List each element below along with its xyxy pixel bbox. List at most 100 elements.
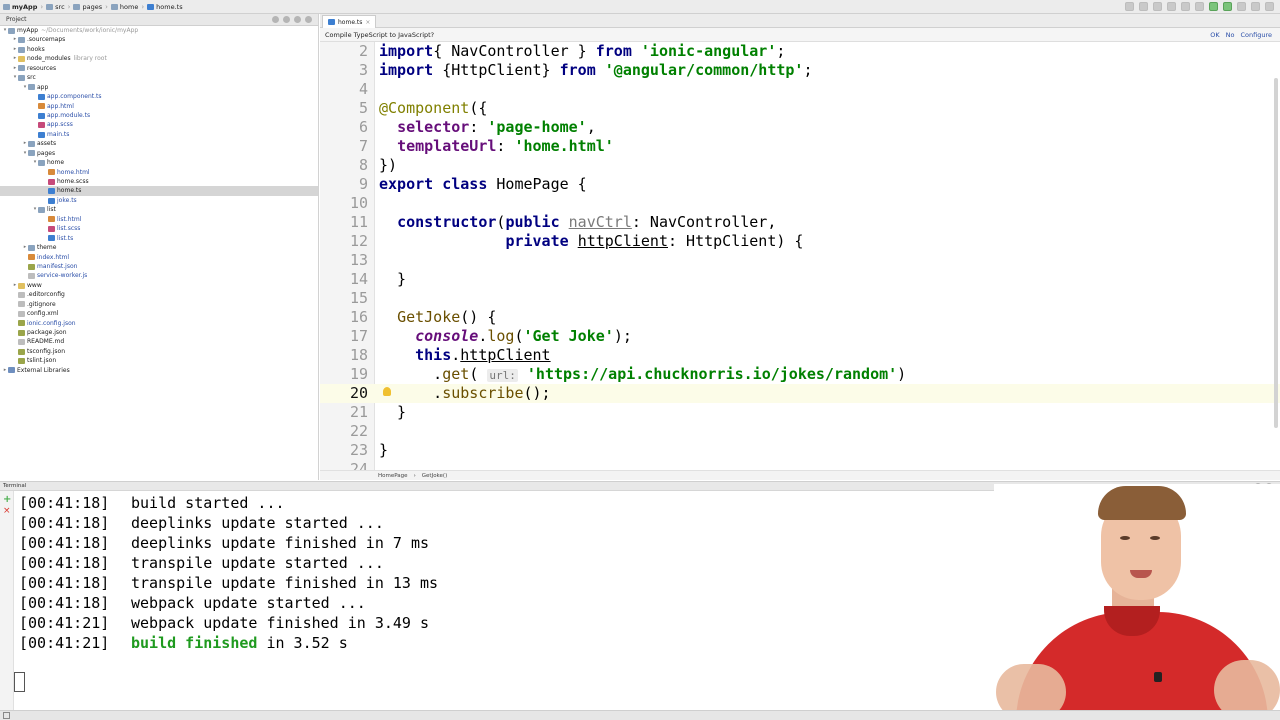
code-line[interactable]: 7 templateUrl: 'home.html' bbox=[320, 137, 1280, 156]
code-line[interactable]: 24 bbox=[320, 460, 1280, 470]
tree-item[interactable]: list.scss bbox=[0, 224, 318, 233]
code-line[interactable]: 19 .get( url: 'https://api.chucknorris.i… bbox=[320, 365, 1280, 384]
code-line[interactable]: 13 bbox=[320, 251, 1280, 270]
tree-item[interactable]: ▸ .sourcemaps bbox=[0, 35, 318, 44]
code-line[interactable]: 6 selector: 'page-home', bbox=[320, 118, 1280, 137]
code-line[interactable]: 4 bbox=[320, 80, 1280, 99]
search-everywhere-icon[interactable] bbox=[1265, 2, 1274, 11]
tree-item[interactable]: home.scss bbox=[0, 177, 318, 186]
profile-icon[interactable] bbox=[1181, 2, 1190, 11]
debug-icon[interactable] bbox=[1153, 2, 1162, 11]
code-line[interactable]: 21 } bbox=[320, 403, 1280, 422]
configure-link[interactable]: Configure bbox=[1240, 31, 1272, 39]
code-line[interactable]: 17 console.log('Get Joke'); bbox=[320, 327, 1280, 346]
tree-item[interactable]: ▸ hooks bbox=[0, 45, 318, 54]
tree-item[interactable]: ionic.config.json bbox=[0, 319, 318, 328]
code-line[interactable]: 3 import {HttpClient} from '@angular/comm… bbox=[320, 61, 1280, 80]
code-token: HomePage { bbox=[487, 175, 587, 193]
tree-item[interactable]: .gitignore bbox=[0, 300, 318, 309]
history-icon[interactable] bbox=[1237, 2, 1246, 11]
tree-item[interactable]: list.ts bbox=[0, 234, 318, 243]
run-config-dropdown[interactable] bbox=[1125, 2, 1134, 11]
editor-scrollbar[interactable] bbox=[1274, 78, 1278, 428]
tab-home-ts[interactable]: home.ts × bbox=[322, 15, 377, 28]
coverage-icon[interactable] bbox=[1167, 2, 1176, 11]
tree-item[interactable]: list.html bbox=[0, 215, 318, 224]
tree-item[interactable]: ▸ theme bbox=[0, 243, 318, 252]
code-line[interactable]: 14 } bbox=[320, 270, 1280, 289]
vcs-update-icon[interactable] bbox=[1209, 2, 1218, 11]
tree-item[interactable]: joke.ts bbox=[0, 196, 318, 205]
close-icon[interactable]: × bbox=[365, 19, 370, 26]
code-line[interactable]: 16 GetJoke() { bbox=[320, 308, 1280, 327]
tree-item[interactable]: service-worker.js bbox=[0, 271, 318, 280]
code-line[interactable]: 5 @Component({ bbox=[320, 99, 1280, 118]
crumb-src[interactable]: src bbox=[43, 0, 68, 14]
tree-item[interactable]: config.xml bbox=[0, 309, 318, 318]
terminal-title[interactable]: Terminal bbox=[3, 483, 26, 489]
log-message: deeplinks update started ... bbox=[131, 514, 384, 532]
code-line[interactable]: 10 bbox=[320, 194, 1280, 213]
hide-icon[interactable] bbox=[305, 16, 312, 23]
tree-item[interactable]: app.scss bbox=[0, 120, 318, 129]
stop-icon[interactable] bbox=[1195, 2, 1204, 11]
tree-item[interactable]: index.html bbox=[0, 253, 318, 262]
tree-item[interactable]: app.component.ts bbox=[0, 92, 318, 101]
tree-item[interactable]: ▾ myApp ~/Documents/work/ionic/myApp bbox=[0, 26, 318, 35]
tree-item[interactable]: ▸ assets bbox=[0, 139, 318, 148]
tree-item[interactable]: package.json bbox=[0, 328, 318, 337]
terminal-output[interactable]: [00:41:18] build started ... [00:41:18] dee… bbox=[14, 491, 994, 710]
log-message: build started ... bbox=[131, 494, 285, 512]
collapse-icon[interactable] bbox=[283, 16, 290, 23]
tree-item[interactable]: ▾ src bbox=[0, 73, 318, 82]
tree-item[interactable]: README.md bbox=[0, 337, 318, 346]
gear-icon[interactable] bbox=[294, 16, 301, 23]
code-line[interactable]: 18 this.httpClient bbox=[320, 346, 1280, 365]
tree-item[interactable]: ▾ home bbox=[0, 158, 318, 167]
breadcrumb-method[interactable]: GetJoke() bbox=[422, 473, 447, 479]
tree-item[interactable]: home.html bbox=[0, 168, 318, 177]
tree-item[interactable]: app.html bbox=[0, 102, 318, 111]
tree-item[interactable]: tslint.json bbox=[0, 356, 318, 365]
tree-item[interactable]: .editorconfig bbox=[0, 290, 318, 299]
new-session-icon[interactable]: + bbox=[3, 495, 11, 505]
crumb-file[interactable]: home.ts bbox=[144, 0, 185, 14]
code-text: GetJoke() { bbox=[379, 308, 496, 327]
project-panel-title[interactable]: Project bbox=[6, 16, 27, 23]
tree-item[interactable]: home.ts bbox=[0, 186, 318, 196]
code-line[interactable]: 9 export class HomePage { bbox=[320, 175, 1280, 194]
close-session-icon[interactable]: × bbox=[3, 506, 11, 516]
tree-item[interactable]: ▾ pages bbox=[0, 149, 318, 158]
vcs-commit-icon[interactable] bbox=[1223, 2, 1232, 11]
crumb-project[interactable]: myApp bbox=[0, 0, 40, 14]
crumb-home[interactable]: home bbox=[108, 0, 141, 14]
code-line[interactable]: 8}) bbox=[320, 156, 1280, 175]
lightbulb-icon[interactable] bbox=[383, 387, 391, 396]
code-line[interactable]: 15 bbox=[320, 289, 1280, 308]
ok-link[interactable]: OK bbox=[1210, 31, 1219, 39]
revert-icon[interactable] bbox=[1251, 2, 1260, 11]
tree-item[interactable]: ▸ External Libraries bbox=[0, 366, 318, 375]
run-icon[interactable] bbox=[1139, 2, 1148, 11]
no-link[interactable]: No bbox=[1226, 31, 1235, 39]
crumb-pages[interactable]: pages bbox=[70, 0, 105, 14]
tree-item[interactable]: ▾ list bbox=[0, 205, 318, 214]
tree-item[interactable]: ▾ app bbox=[0, 83, 318, 92]
code-editor[interactable]: 2 import{ NavController } from 'ionic-ang… bbox=[320, 42, 1280, 470]
breadcrumb-class[interactable]: HomePage bbox=[378, 473, 408, 479]
locate-icon[interactable] bbox=[272, 16, 279, 23]
tree-item[interactable]: tsconfig.json bbox=[0, 347, 318, 356]
tree-item[interactable]: ▸ www bbox=[0, 281, 318, 290]
tree-item[interactable]: ▸ resources bbox=[0, 64, 318, 73]
tree-item[interactable]: app.module.ts bbox=[0, 111, 318, 120]
code-line[interactable]: 11 constructor(public navCtrl: NavContro… bbox=[320, 213, 1280, 232]
code-line[interactable]: 22 bbox=[320, 422, 1280, 441]
code-line[interactable]: 12 private httpClient: HttpClient) { bbox=[320, 232, 1280, 251]
tree-item[interactable]: manifest.json bbox=[0, 262, 318, 271]
tree-item[interactable]: ▸ node_modules library root bbox=[0, 54, 318, 63]
code-line[interactable]: 23} bbox=[320, 441, 1280, 460]
tool-windows-icon[interactable] bbox=[3, 712, 10, 719]
code-line[interactable]: 2 import{ NavController } from 'ionic-ang… bbox=[320, 42, 1280, 61]
code-line[interactable]: 20 .subscribe(); bbox=[320, 384, 1280, 403]
tree-item[interactable]: main.ts bbox=[0, 130, 318, 139]
